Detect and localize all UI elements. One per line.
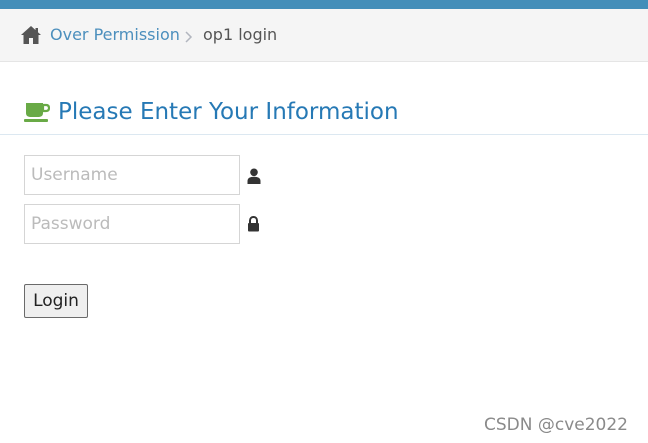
user-icon: [247, 168, 261, 184]
lock-icon: [248, 216, 259, 232]
home-icon[interactable]: [20, 25, 42, 45]
page-header: Please Enter Your Information: [0, 94, 648, 135]
breadcrumb-link-over-permission[interactable]: Over Permission: [50, 25, 180, 45]
password-field[interactable]: [24, 204, 240, 244]
page: Over Permission op1 login Please Enter Y…: [0, 0, 648, 443]
page-title: Please Enter Your Information: [58, 99, 399, 125]
chevron-right-icon: [185, 31, 193, 43]
top-bar: [0, 0, 648, 9]
username-field[interactable]: [24, 155, 240, 195]
breadcrumb-current: op1 login: [203, 25, 278, 44]
watermark: CSDN @cve2022: [484, 415, 629, 435]
breadcrumb: Over Permission op1 login: [0, 9, 648, 62]
coffee-icon: [24, 103, 50, 122]
login-button[interactable]: Login: [24, 284, 88, 318]
